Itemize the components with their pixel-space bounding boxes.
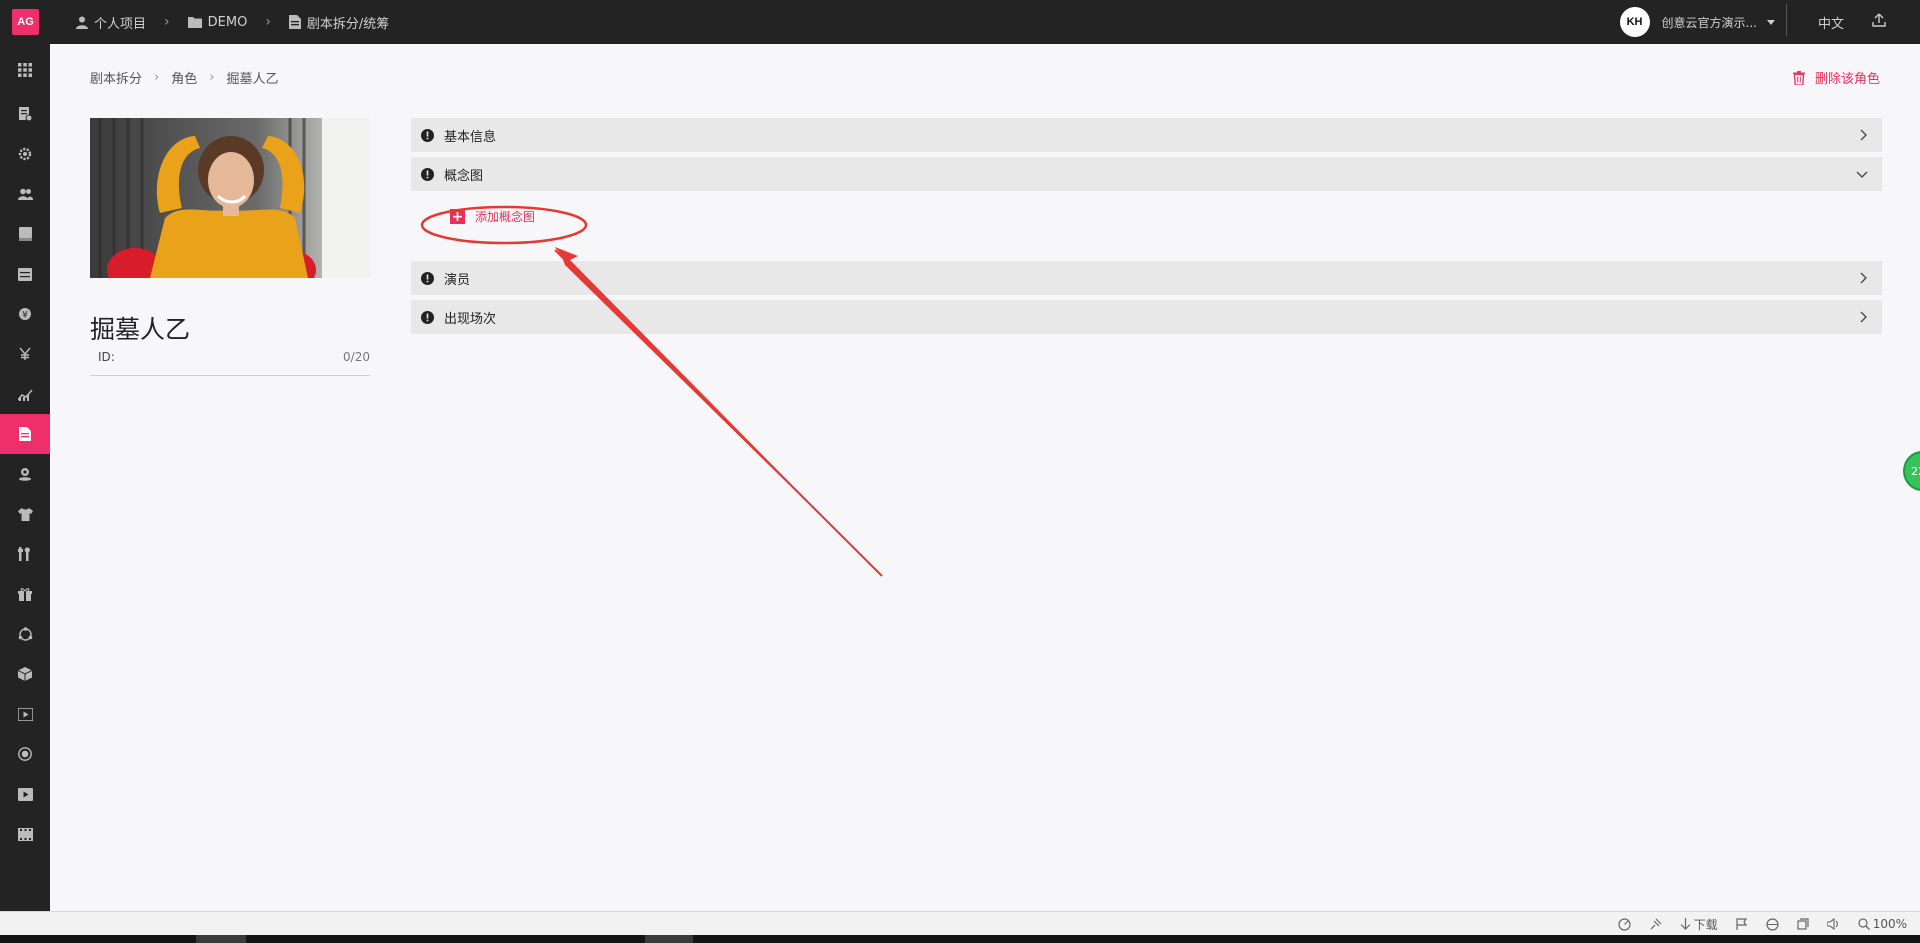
id-label: ID: bbox=[98, 350, 115, 364]
crumb-personal-project[interactable]: 个人项目 bbox=[76, 13, 146, 32]
divider bbox=[1786, 4, 1787, 36]
film-icon[interactable] bbox=[0, 814, 50, 854]
sidebar: ¥ bbox=[0, 44, 50, 911]
language-switch[interactable]: 中文 bbox=[1818, 13, 1844, 32]
download-label: 下载 bbox=[1693, 917, 1718, 932]
delete-role-button[interactable]: 删除该角色 bbox=[1792, 68, 1880, 87]
taskbar-item[interactable] bbox=[645, 935, 693, 943]
annotation-arrowhead bbox=[555, 247, 882, 576]
panel-title: 演员 bbox=[444, 272, 471, 288]
main-content: 剧本拆分 › 角色 › 掘墓人乙 删除该角色 掘墓人乙 ID: 0/20 基本信… bbox=[50, 44, 1920, 911]
panel-concept-art[interactable]: 概念图 bbox=[411, 157, 1882, 191]
people-icon[interactable] bbox=[0, 174, 50, 214]
info-icon bbox=[421, 310, 434, 324]
id-field[interactable]: ID: 0/20 bbox=[90, 350, 370, 376]
info-icon bbox=[421, 271, 434, 285]
top-bar: AG 个人项目 › DEMO › 剧本拆分/统筹 KH 创意云官方演示... 中… bbox=[0, 0, 1920, 44]
pin-icon[interactable] bbox=[1649, 918, 1662, 931]
volume-icon[interactable] bbox=[1826, 918, 1840, 930]
info-icon bbox=[421, 167, 434, 181]
gift-icon[interactable] bbox=[0, 574, 50, 614]
crumb-label: 剧本拆分/统筹 bbox=[306, 16, 390, 32]
panel-title: 基本信息 bbox=[444, 129, 497, 145]
speed-icon[interactable] bbox=[1618, 917, 1631, 931]
costume-icon[interactable] bbox=[0, 494, 50, 534]
camera-icon[interactable] bbox=[0, 734, 50, 774]
zoom-icon bbox=[1858, 918, 1870, 930]
taskbar-item[interactable] bbox=[196, 935, 246, 943]
window-icon[interactable] bbox=[1797, 918, 1809, 930]
schedule-icon[interactable] bbox=[0, 254, 50, 294]
project-breadcrumb: 个人项目 › DEMO › 剧本拆分/统筹 bbox=[76, 0, 389, 44]
plus-icon: + bbox=[450, 208, 465, 225]
taskbar bbox=[0, 935, 1920, 943]
panel-title: 概念图 bbox=[444, 168, 484, 184]
props-icon[interactable] bbox=[0, 534, 50, 574]
user-name: 创意云官方演示... bbox=[1661, 15, 1757, 30]
caret-down-icon bbox=[1767, 19, 1775, 25]
chevron-right-icon: › bbox=[154, 70, 160, 85]
yen-icon[interactable] bbox=[0, 334, 50, 374]
play-icon[interactable] bbox=[0, 774, 50, 814]
panel-basic-info[interactable]: 基本信息 bbox=[411, 118, 1882, 152]
chevron-right-icon: › bbox=[265, 14, 271, 30]
chart-icon[interactable] bbox=[0, 374, 50, 414]
breadcrumb-script-breakdown[interactable]: 剧本拆分 bbox=[90, 68, 142, 87]
zoom-level: 100% bbox=[1872, 917, 1907, 931]
chevron-right-icon: › bbox=[209, 70, 215, 85]
chevron-right-icon: › bbox=[164, 14, 170, 30]
cycle-icon[interactable] bbox=[0, 614, 50, 654]
download-icon bbox=[1680, 917, 1691, 930]
breadcrumb: 剧本拆分 › 角色 › 掘墓人乙 bbox=[90, 68, 278, 87]
chevron-down-icon bbox=[1856, 171, 1868, 178]
add-concept-art-button[interactable]: + 添加概念图 bbox=[450, 208, 535, 225]
svg-text:¥: ¥ bbox=[22, 311, 28, 321]
user-icon bbox=[76, 16, 88, 29]
browser-icon[interactable] bbox=[1766, 917, 1779, 931]
chevron-right-icon bbox=[1860, 311, 1867, 323]
doc-icon[interactable] bbox=[0, 414, 50, 454]
delete-role-label: 删除该角色 bbox=[1814, 72, 1880, 87]
upload-icon[interactable] bbox=[1872, 12, 1886, 31]
info-icon bbox=[421, 128, 434, 142]
book-icon[interactable] bbox=[0, 214, 50, 254]
budget-icon[interactable]: ¥ bbox=[0, 294, 50, 334]
apps-icon[interactable] bbox=[0, 50, 50, 90]
video-icon[interactable] bbox=[0, 694, 50, 734]
id-char-count: 0/20 bbox=[343, 350, 370, 364]
add-concept-art-label: 添加概念图 bbox=[475, 210, 536, 224]
panel-scenes[interactable]: 出现场次 bbox=[411, 300, 1882, 334]
character-name: 掘墓人乙 bbox=[90, 315, 191, 344]
settings-icon[interactable] bbox=[0, 134, 50, 174]
app-logo[interactable]: AG bbox=[12, 9, 39, 35]
user-menu[interactable]: KH 创意云官方演示... bbox=[1619, 6, 1775, 38]
annotation-arrow bbox=[554, 249, 883, 577]
avatar: KH bbox=[1619, 7, 1650, 37]
trash-icon bbox=[1792, 70, 1805, 85]
zoom-button[interactable]: 100% bbox=[1858, 917, 1907, 931]
panel-actor[interactable]: 演员 bbox=[411, 261, 1882, 295]
crumb-label: DEMO bbox=[207, 14, 248, 30]
breadcrumb-roles[interactable]: 角色 bbox=[171, 68, 197, 87]
flag-icon[interactable] bbox=[1736, 918, 1748, 930]
folder-icon bbox=[187, 17, 202, 28]
chevron-right-icon bbox=[1860, 272, 1867, 284]
breadcrumb-current: 掘墓人乙 bbox=[226, 72, 279, 87]
box-icon[interactable] bbox=[0, 654, 50, 694]
script-icon[interactable] bbox=[0, 94, 50, 134]
panel-title: 出现场次 bbox=[444, 311, 497, 327]
browser-status-bar: 下载 100% bbox=[0, 911, 1920, 935]
location-icon[interactable] bbox=[0, 454, 50, 494]
document-icon bbox=[288, 15, 301, 29]
chevron-right-icon bbox=[1860, 129, 1867, 141]
crumb-script-breakdown[interactable]: 剧本拆分/统筹 bbox=[288, 13, 390, 32]
character-photo[interactable] bbox=[90, 118, 370, 278]
crumb-demo[interactable]: DEMO bbox=[187, 14, 248, 30]
download-button[interactable]: 下载 bbox=[1680, 916, 1718, 933]
crumb-label: 个人项目 bbox=[94, 16, 147, 32]
